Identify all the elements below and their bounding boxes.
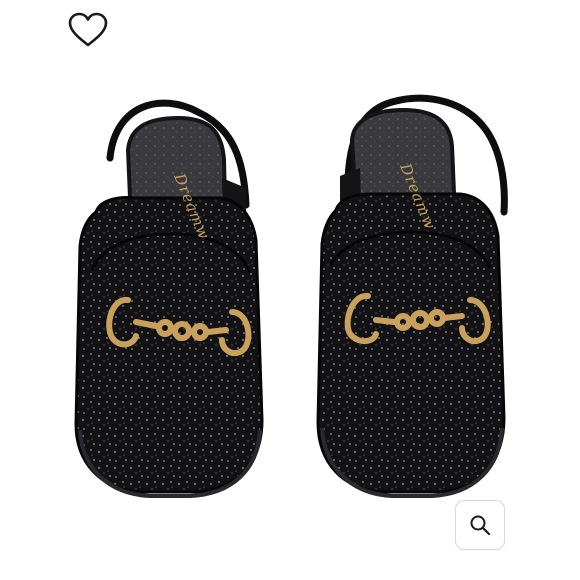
left-shoe: Dreamw — [74, 99, 264, 498]
magnifier-icon — [470, 515, 491, 536]
right-shoe: Dreamw — [316, 94, 508, 498]
heart-outline-icon — [68, 12, 108, 47]
zoom-button[interactable] — [455, 500, 505, 550]
favorite-button[interactable] — [64, 8, 112, 52]
product-photo: Dreamw Dreamw — [0, 0, 580, 580]
